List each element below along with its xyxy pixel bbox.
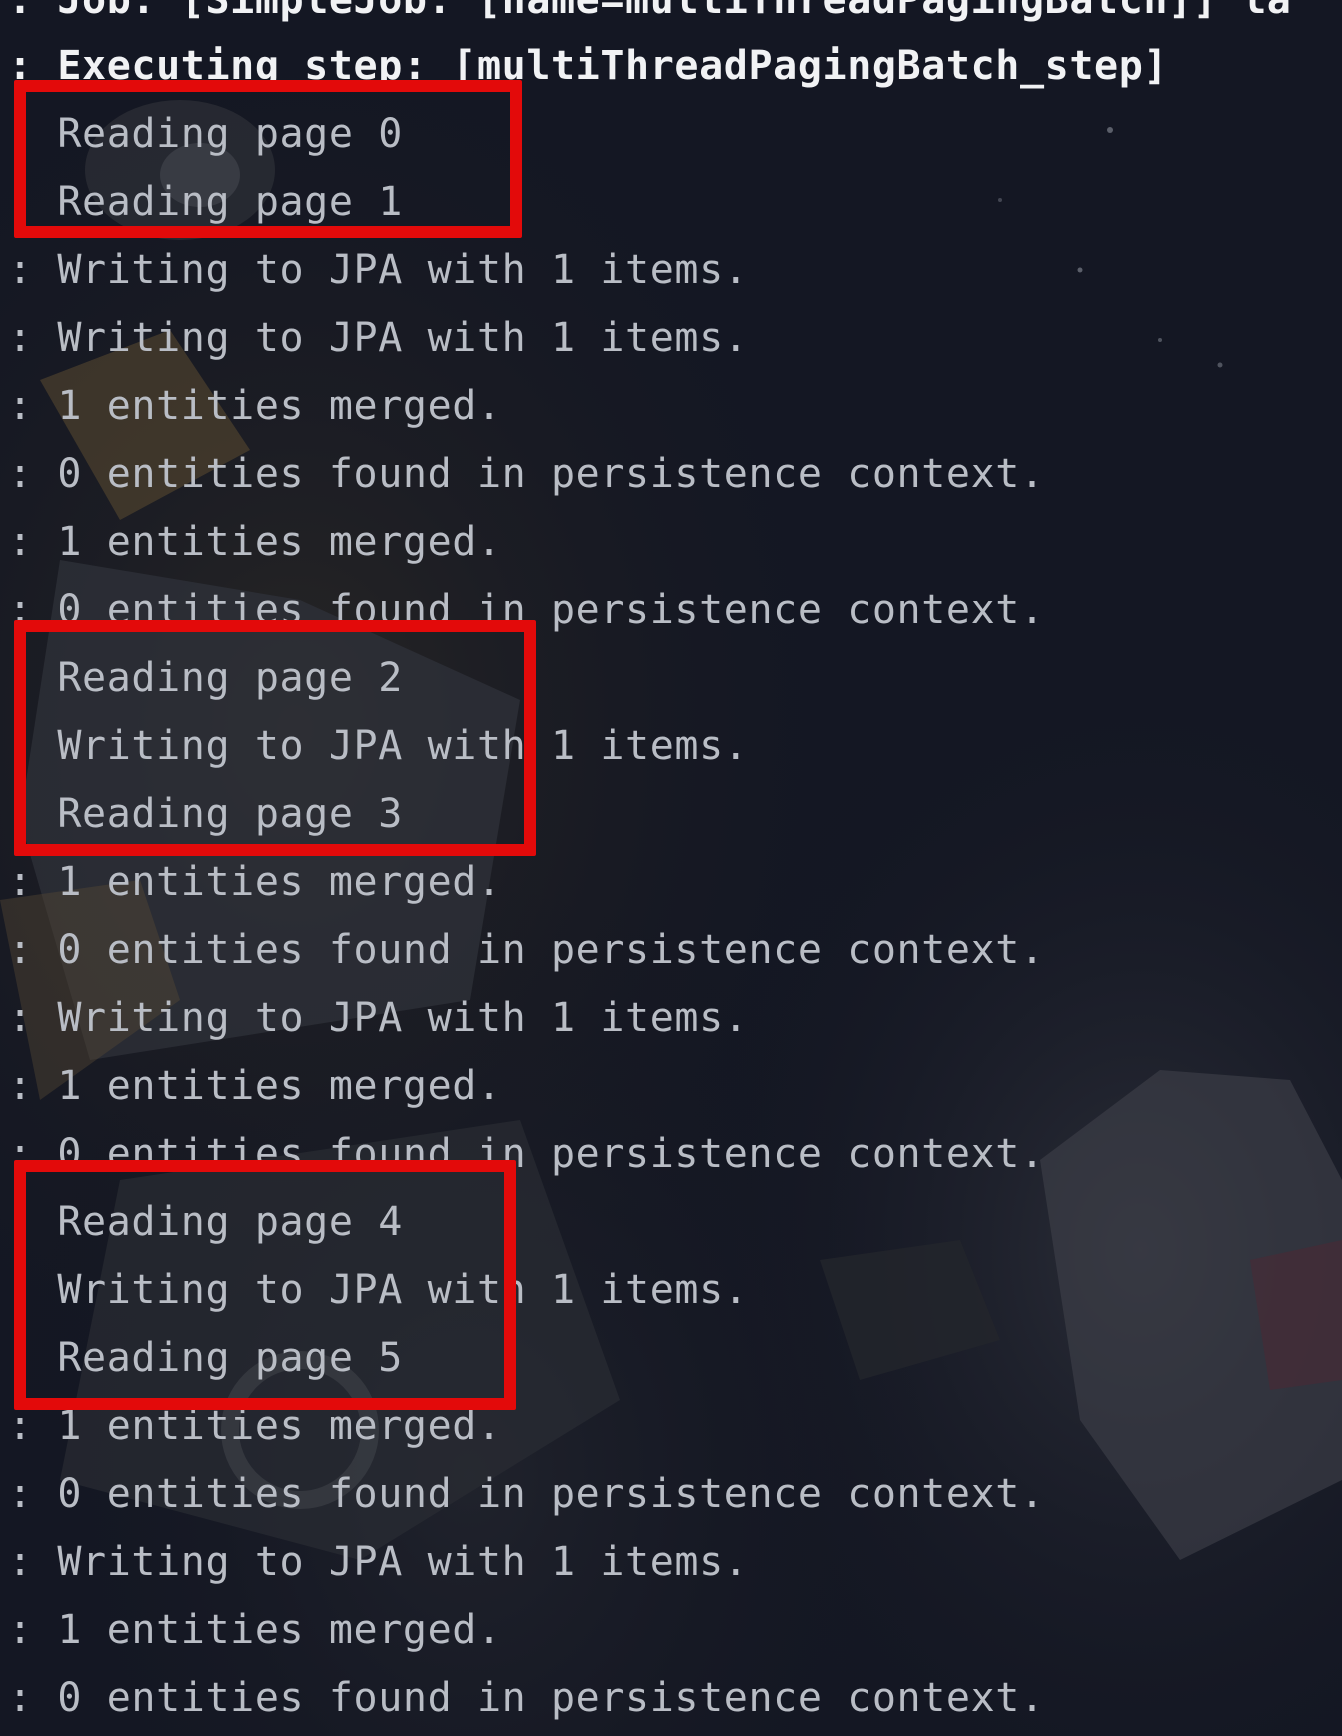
console-line: : 1 entities merged. bbox=[8, 383, 502, 429]
console-line: : Writing to JPA with 1 items. bbox=[8, 1539, 749, 1585]
console-line: : Writing to JPA with 1 items. bbox=[8, 995, 749, 1041]
console-line-job-header: : Job: [SimpleJob: [name=multiThreadPagi… bbox=[8, 0, 1292, 23]
console-line: : 0 entities found in persistence contex… bbox=[8, 451, 1045, 497]
console-line: : 1 entities merged. bbox=[8, 1063, 502, 1109]
console-line: : Writing to JPA with 1 items. bbox=[8, 247, 749, 293]
highlight-box-reading-pages-4-5 bbox=[14, 1160, 516, 1410]
console-line: : Writing to JPA with 1 items. bbox=[8, 315, 749, 361]
console-line: : 0 entities found in persistence contex… bbox=[8, 1471, 1045, 1517]
console-output: : Job: [SimpleJob: [name=multiThreadPagi… bbox=[0, 0, 1342, 1736]
console-line: : 1 entities merged. bbox=[8, 1607, 502, 1653]
console-line: : 0 entities found in persistence contex… bbox=[8, 927, 1045, 973]
highlight-box-reading-pages-2-3 bbox=[14, 620, 536, 856]
console-line: : 1 entities merged. bbox=[8, 519, 502, 565]
console-line: : 1 entities merged. bbox=[8, 859, 502, 905]
highlight-box-reading-pages-0-1 bbox=[14, 80, 522, 238]
console-line: : 0 entities found in persistence contex… bbox=[8, 1675, 1045, 1721]
